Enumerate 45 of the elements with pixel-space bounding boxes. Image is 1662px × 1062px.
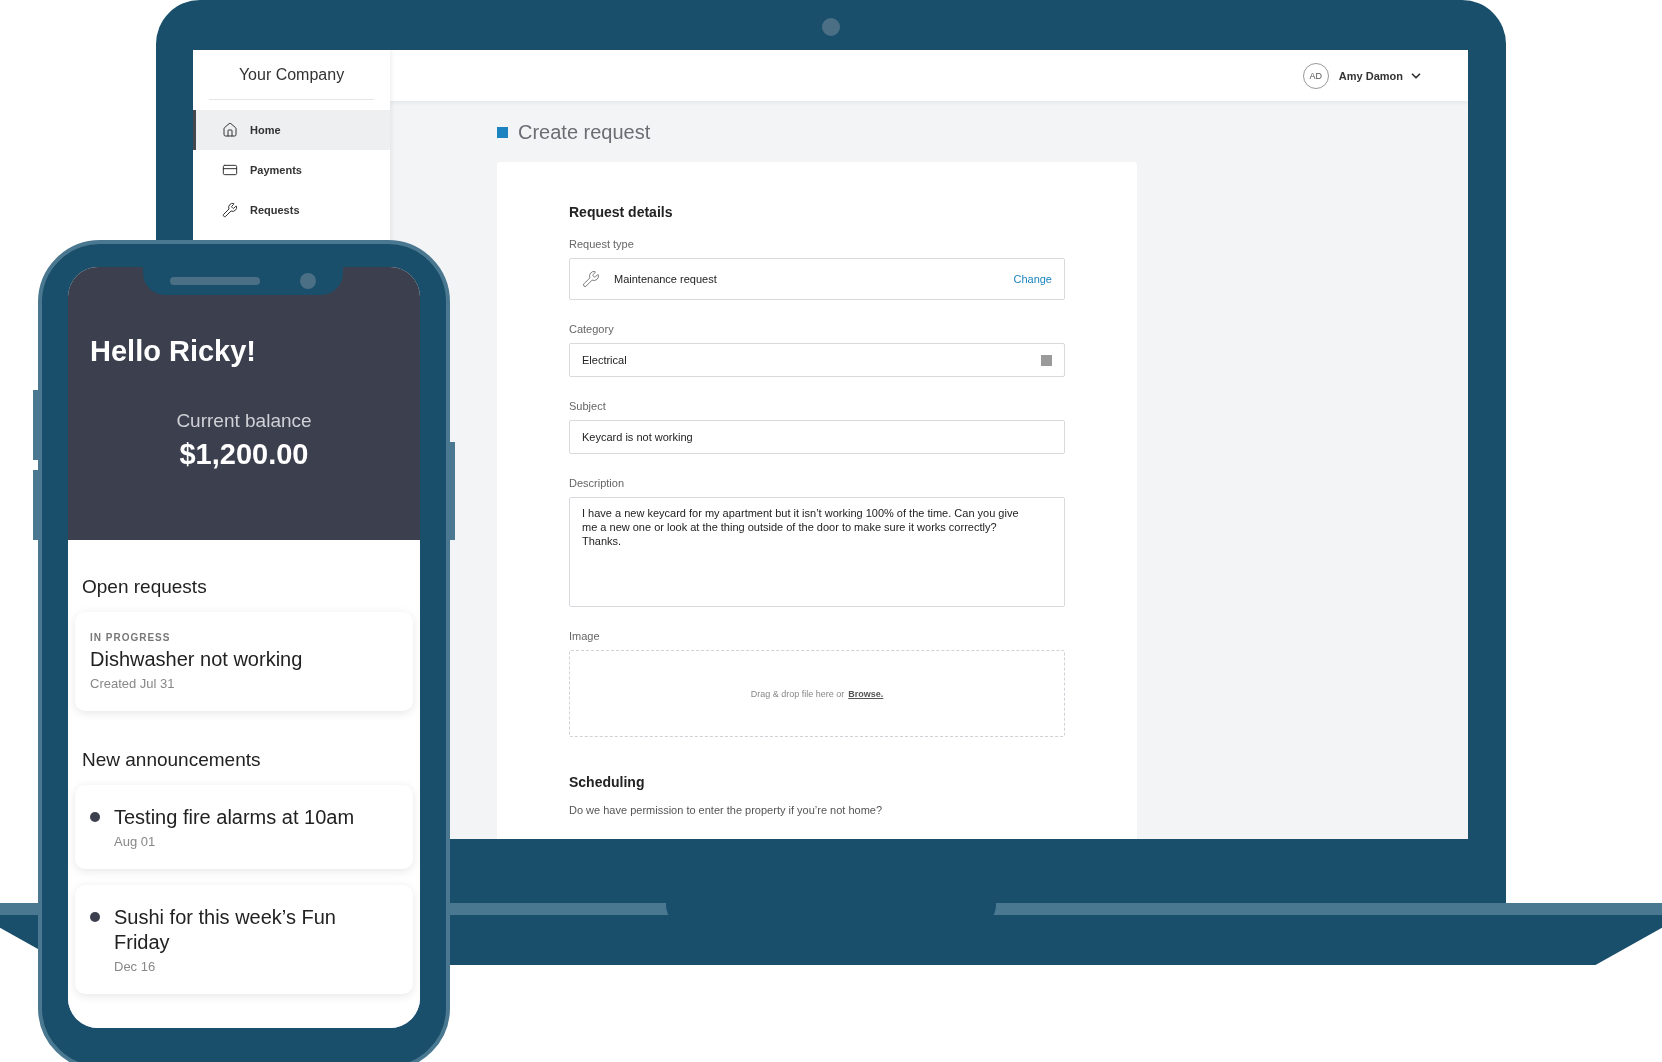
request-date: Created Jul 31	[90, 676, 176, 691]
field-label: Subject	[569, 400, 607, 412]
textarea-field[interactable]: I have a new keycard for my apartment but it isn’t working 100% of the time. Can you give me a new one or look at the thing outside of the door to make sure it works correctly? Thanks.	[569, 497, 1065, 607]
section-heading: New announcements	[81, 748, 262, 772]
section-heading: Scheduling	[569, 774, 646, 790]
request-type-field[interactable]: Maintenance request Change	[569, 258, 1065, 300]
company-name: Your Company	[209, 50, 374, 100]
sidebar-item[interactable]: Payments	[193, 150, 390, 190]
announcement-date: Dec 16	[114, 959, 157, 974]
field-label: Description	[569, 477, 626, 489]
browse-link[interactable]: Browse.	[848, 688, 884, 699]
balance-label: Current balance	[175, 410, 313, 432]
user-menu[interactable]: Amy Damon	[1338, 68, 1423, 83]
title-marker	[497, 127, 508, 138]
dropdown-indicator-icon	[1041, 354, 1052, 366]
request-title: Dishwasher not working	[90, 647, 304, 672]
select-field[interactable]: Electrical	[569, 343, 1065, 377]
announcement-title: Testing fire alarms at 10am	[114, 805, 355, 830]
announcement-date: Aug 01	[114, 834, 157, 849]
section-heading: Open requests	[81, 575, 208, 599]
request-status: IN PROGRESS	[90, 632, 172, 643]
field-label: Request type	[569, 238, 635, 250]
announcement-card[interactable]: Sushi for this week’s Fun Friday Dec 16	[75, 885, 413, 994]
input-field[interactable]: Keycard is not working	[569, 420, 1065, 454]
field-label: Category	[569, 323, 615, 335]
sidebar-item[interactable]: Home	[193, 110, 390, 150]
bullet-icon	[90, 912, 100, 922]
field-label: Image	[569, 630, 601, 642]
section-heading: Request details	[569, 204, 674, 220]
announcement-title: Sushi for this week’s Fun Friday	[114, 905, 337, 955]
request-card[interactable]: IN PROGRESS Dishwasher not working Created Jul 31	[75, 612, 413, 711]
sidebar-item[interactable]: Requests	[193, 190, 390, 230]
dropzone-text: Drag & drop file here or	[750, 688, 845, 699]
question-text: Do we have permission to enter the property if you’re not home?	[569, 804, 884, 816]
card-icon	[222, 162, 238, 178]
wrench-icon	[582, 270, 600, 288]
home-icon	[222, 122, 238, 138]
announcement-card[interactable]: Testing fire alarms at 10am Aug 01	[75, 785, 413, 869]
dropzone-field[interactable]: Drag & drop file here or Browse.	[569, 650, 1065, 737]
bullet-icon	[90, 812, 100, 822]
wrench-icon	[222, 202, 238, 218]
page-title: Create request	[518, 121, 651, 144]
change-link[interactable]: Change	[1013, 273, 1052, 285]
balance-amount: $1,200.00	[178, 438, 310, 471]
greeting: Hello Ricky!	[90, 335, 257, 368]
